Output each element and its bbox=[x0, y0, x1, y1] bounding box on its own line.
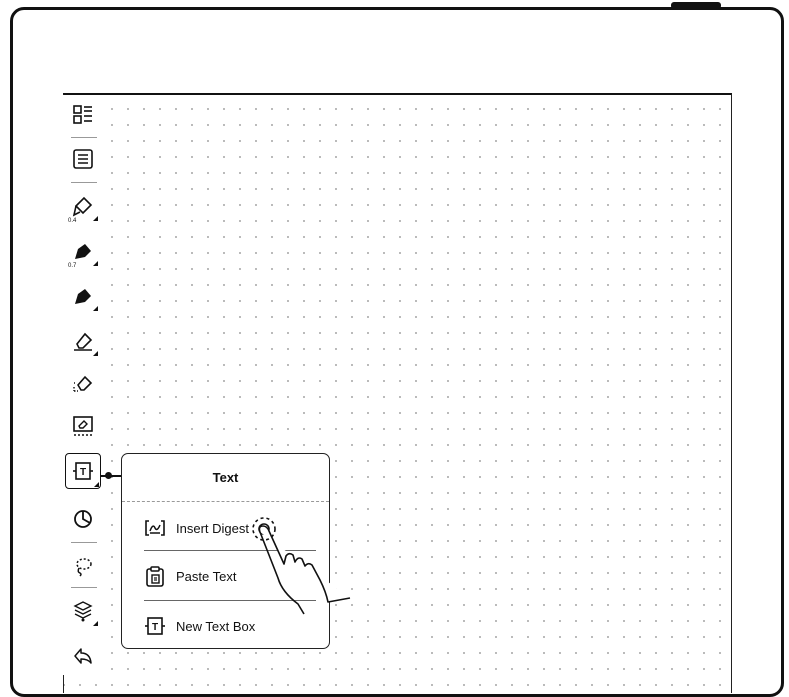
toolbar-divider bbox=[71, 542, 97, 543]
tap-gesture-hand-icon bbox=[246, 512, 356, 627]
expand-corner-icon bbox=[93, 216, 98, 221]
insert-digest-label: Insert Digest bbox=[176, 520, 249, 536]
undo-icon[interactable] bbox=[67, 640, 99, 672]
eraser-icon[interactable] bbox=[67, 325, 99, 357]
eraser-dotted-icon[interactable] bbox=[67, 367, 99, 399]
svg-text:T: T bbox=[152, 622, 158, 633]
digest-icon bbox=[144, 517, 166, 539]
list-icon[interactable] bbox=[67, 143, 99, 175]
marker-filled-icon[interactable]: 0.7 bbox=[67, 235, 99, 269]
text-box-icon[interactable]: T bbox=[65, 453, 101, 489]
expand-corner-icon bbox=[93, 261, 98, 266]
clipboard-icon bbox=[144, 565, 166, 587]
new-text-box-label: New Text Box bbox=[176, 618, 256, 634]
expand-corner-icon bbox=[93, 621, 98, 626]
side-toolbar: 0.4 0.7 T bbox=[63, 95, 103, 675]
toolbar-divider bbox=[71, 182, 97, 183]
svg-text:T: T bbox=[80, 467, 86, 478]
popup-title: Text bbox=[122, 454, 329, 502]
pie-icon[interactable] bbox=[67, 503, 99, 535]
layers-icon[interactable] bbox=[67, 595, 99, 627]
fountain-pen-icon[interactable]: 0.4 bbox=[67, 190, 99, 224]
power-button bbox=[671, 2, 721, 9]
expand-corner-icon bbox=[93, 351, 98, 356]
paste-text-label: Paste Text bbox=[176, 568, 237, 584]
text-box-icon: T bbox=[144, 615, 166, 637]
lasso-icon[interactable] bbox=[67, 550, 99, 582]
thumbnail-list-icon[interactable] bbox=[67, 99, 99, 131]
popup-connector-dot bbox=[105, 472, 112, 479]
pen-size-label: 0.7 bbox=[68, 263, 77, 269]
eraser-box-icon[interactable] bbox=[67, 410, 99, 442]
pen-size-label: 0.4 bbox=[68, 218, 77, 224]
expand-corner-icon bbox=[94, 482, 99, 487]
marker-filled-icon[interactable] bbox=[67, 280, 99, 312]
toolbar-divider bbox=[71, 137, 97, 138]
expand-corner-icon bbox=[93, 306, 98, 311]
toolbar-divider bbox=[71, 587, 97, 588]
